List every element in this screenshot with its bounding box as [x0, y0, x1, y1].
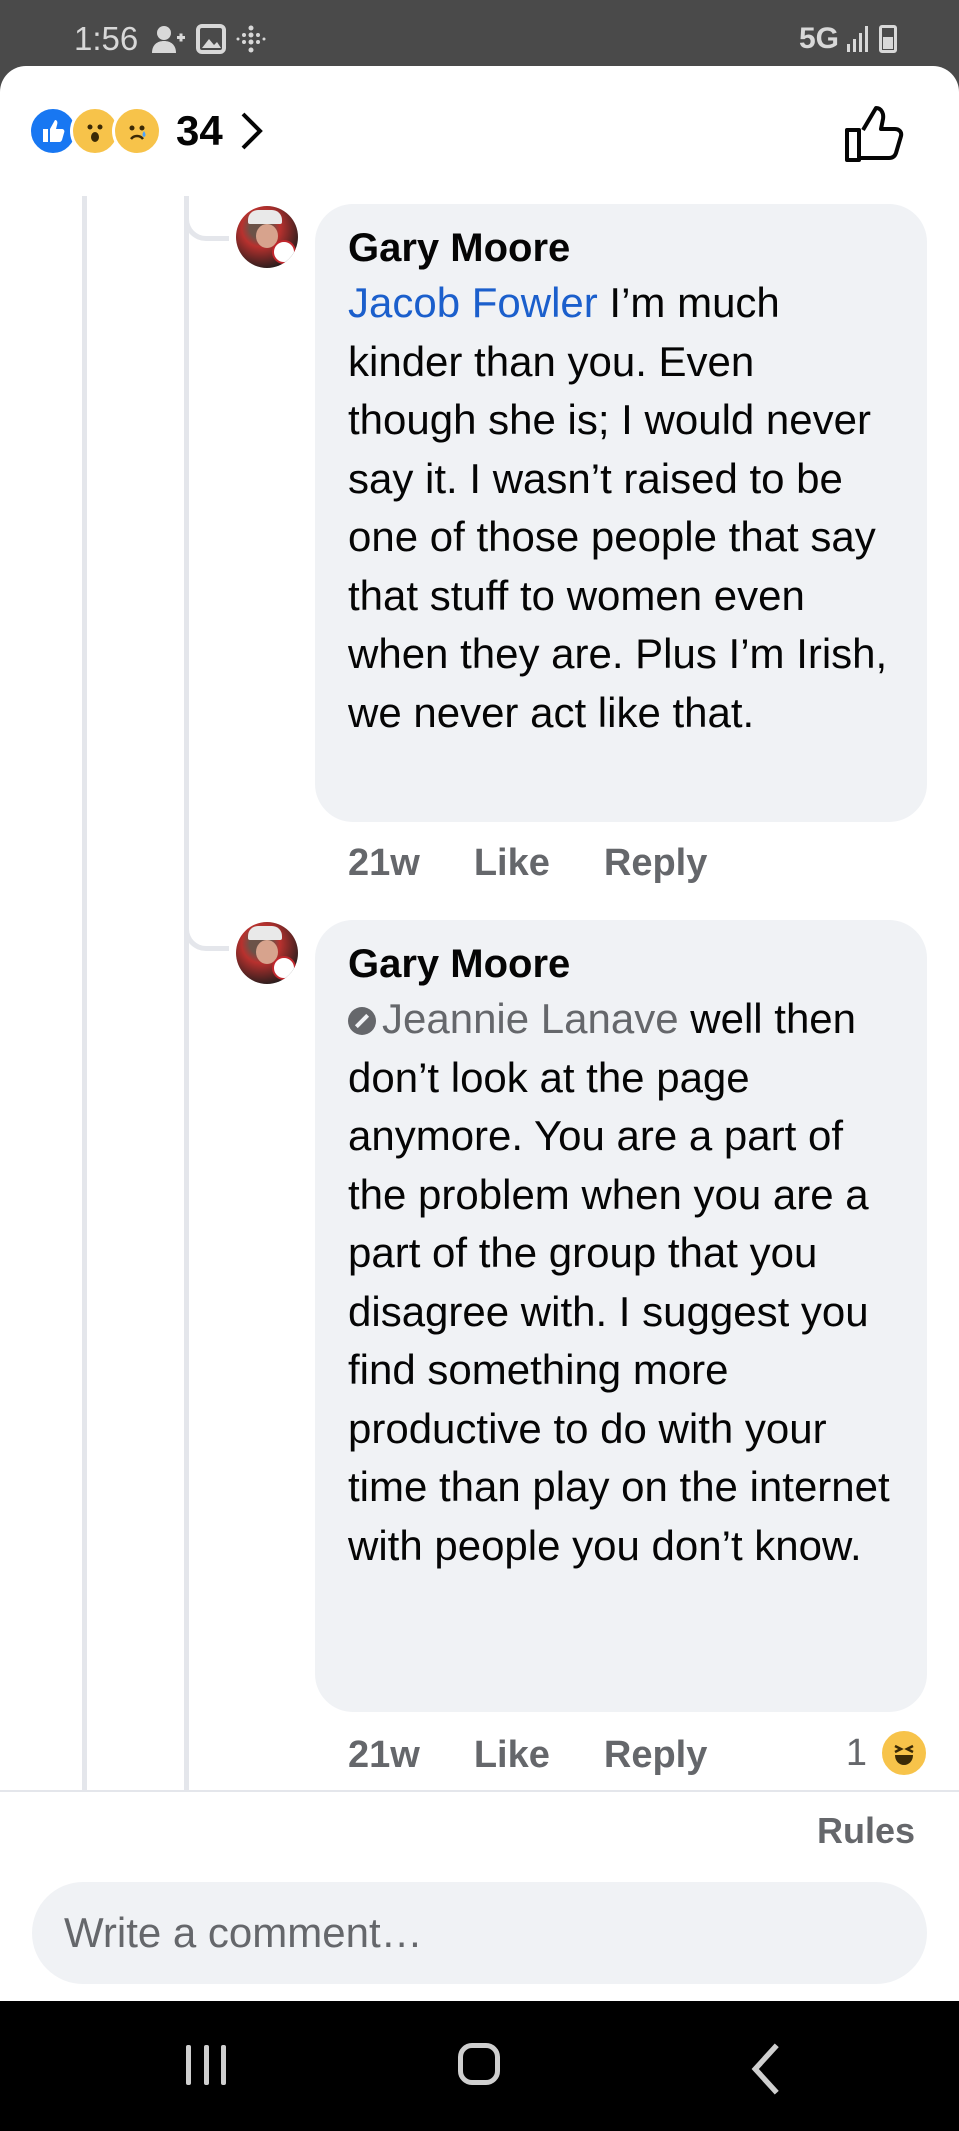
reply-button[interactable]: Reply: [604, 1734, 707, 1777]
like-button[interactable]: Like: [474, 1734, 550, 1777]
reaction-count: 34: [176, 107, 223, 154]
comment-author[interactable]: Gary Moore: [348, 938, 893, 990]
reactions-summary[interactable]: 34: [28, 106, 265, 156]
comment-actions: 21w Like Reply: [348, 1734, 761, 1777]
comment-bubble: Gary Moore Jacob Fowler I’m much kinder …: [315, 204, 927, 822]
comment-text: Jeannie Lanave well then don’t look at t…: [348, 990, 893, 1575]
gallery-icon: [196, 24, 226, 54]
comment-composer: Rules Write a comment…: [0, 1790, 959, 2001]
back-icon[interactable]: [736, 2041, 796, 2097]
comment-time: 21w: [348, 842, 420, 884]
rules-link[interactable]: Rules: [817, 1810, 915, 1852]
sad-reaction-icon: [112, 106, 162, 156]
chevron-right-icon: [241, 112, 263, 150]
comment-time: 21w: [348, 1734, 420, 1776]
sheet-header: 34: [0, 66, 959, 196]
thread-line-inner: [184, 196, 189, 1790]
comment-author[interactable]: Gary Moore: [348, 222, 893, 274]
avatar[interactable]: [236, 206, 298, 268]
signal-icon: [847, 26, 868, 52]
reply-button[interactable]: Reply: [604, 842, 707, 885]
comment-reaction-count: 1: [845, 1731, 867, 1774]
haha-reaction-icon: [879, 1728, 929, 1778]
mention-link[interactable]: Jacob Fowler: [348, 279, 598, 326]
thread-connector: [184, 906, 229, 951]
comment-reactions[interactable]: 1: [846, 1728, 929, 1778]
status-bar: 1:56 5G: [0, 0, 959, 66]
dots-grid-icon: [236, 25, 266, 53]
avatar[interactable]: [236, 922, 298, 984]
comments-sheet: 34 Gary Moore Jacob Fowler I’m much kind…: [0, 66, 959, 2001]
status-right: 5G: [799, 22, 897, 56]
comment-bubble: Gary Moore Jeannie Lanave well then don’…: [315, 920, 927, 1712]
status-notification-icons: [150, 24, 266, 54]
status-time: 1:56: [74, 20, 139, 57]
like-button[interactable]: Like: [474, 842, 550, 885]
home-button[interactable]: [458, 2043, 500, 2085]
comment-body: well then don’t look at the page anymore…: [348, 995, 890, 1569]
blocked-user-icon: [348, 1007, 376, 1035]
comment-body: I’m much kinder than you. Even though sh…: [348, 279, 888, 736]
comment-text: Jacob Fowler I’m much kinder than you. E…: [348, 274, 893, 742]
thread-connector: [184, 196, 229, 241]
network-label: 5G: [798, 22, 839, 55]
recents-button[interactable]: [186, 2039, 226, 2095]
comment-actions: 21w Like Reply: [348, 842, 761, 885]
thumbs-up-icon[interactable]: [841, 102, 905, 166]
mention-link[interactable]: Jeannie Lanave: [382, 995, 679, 1042]
battery-icon: [879, 25, 897, 53]
thread-line-outer: [82, 196, 87, 1790]
system-nav-bar: [0, 2001, 959, 2131]
add-contact-icon: [152, 26, 185, 53]
comment-input[interactable]: Write a comment…: [32, 1882, 927, 1984]
